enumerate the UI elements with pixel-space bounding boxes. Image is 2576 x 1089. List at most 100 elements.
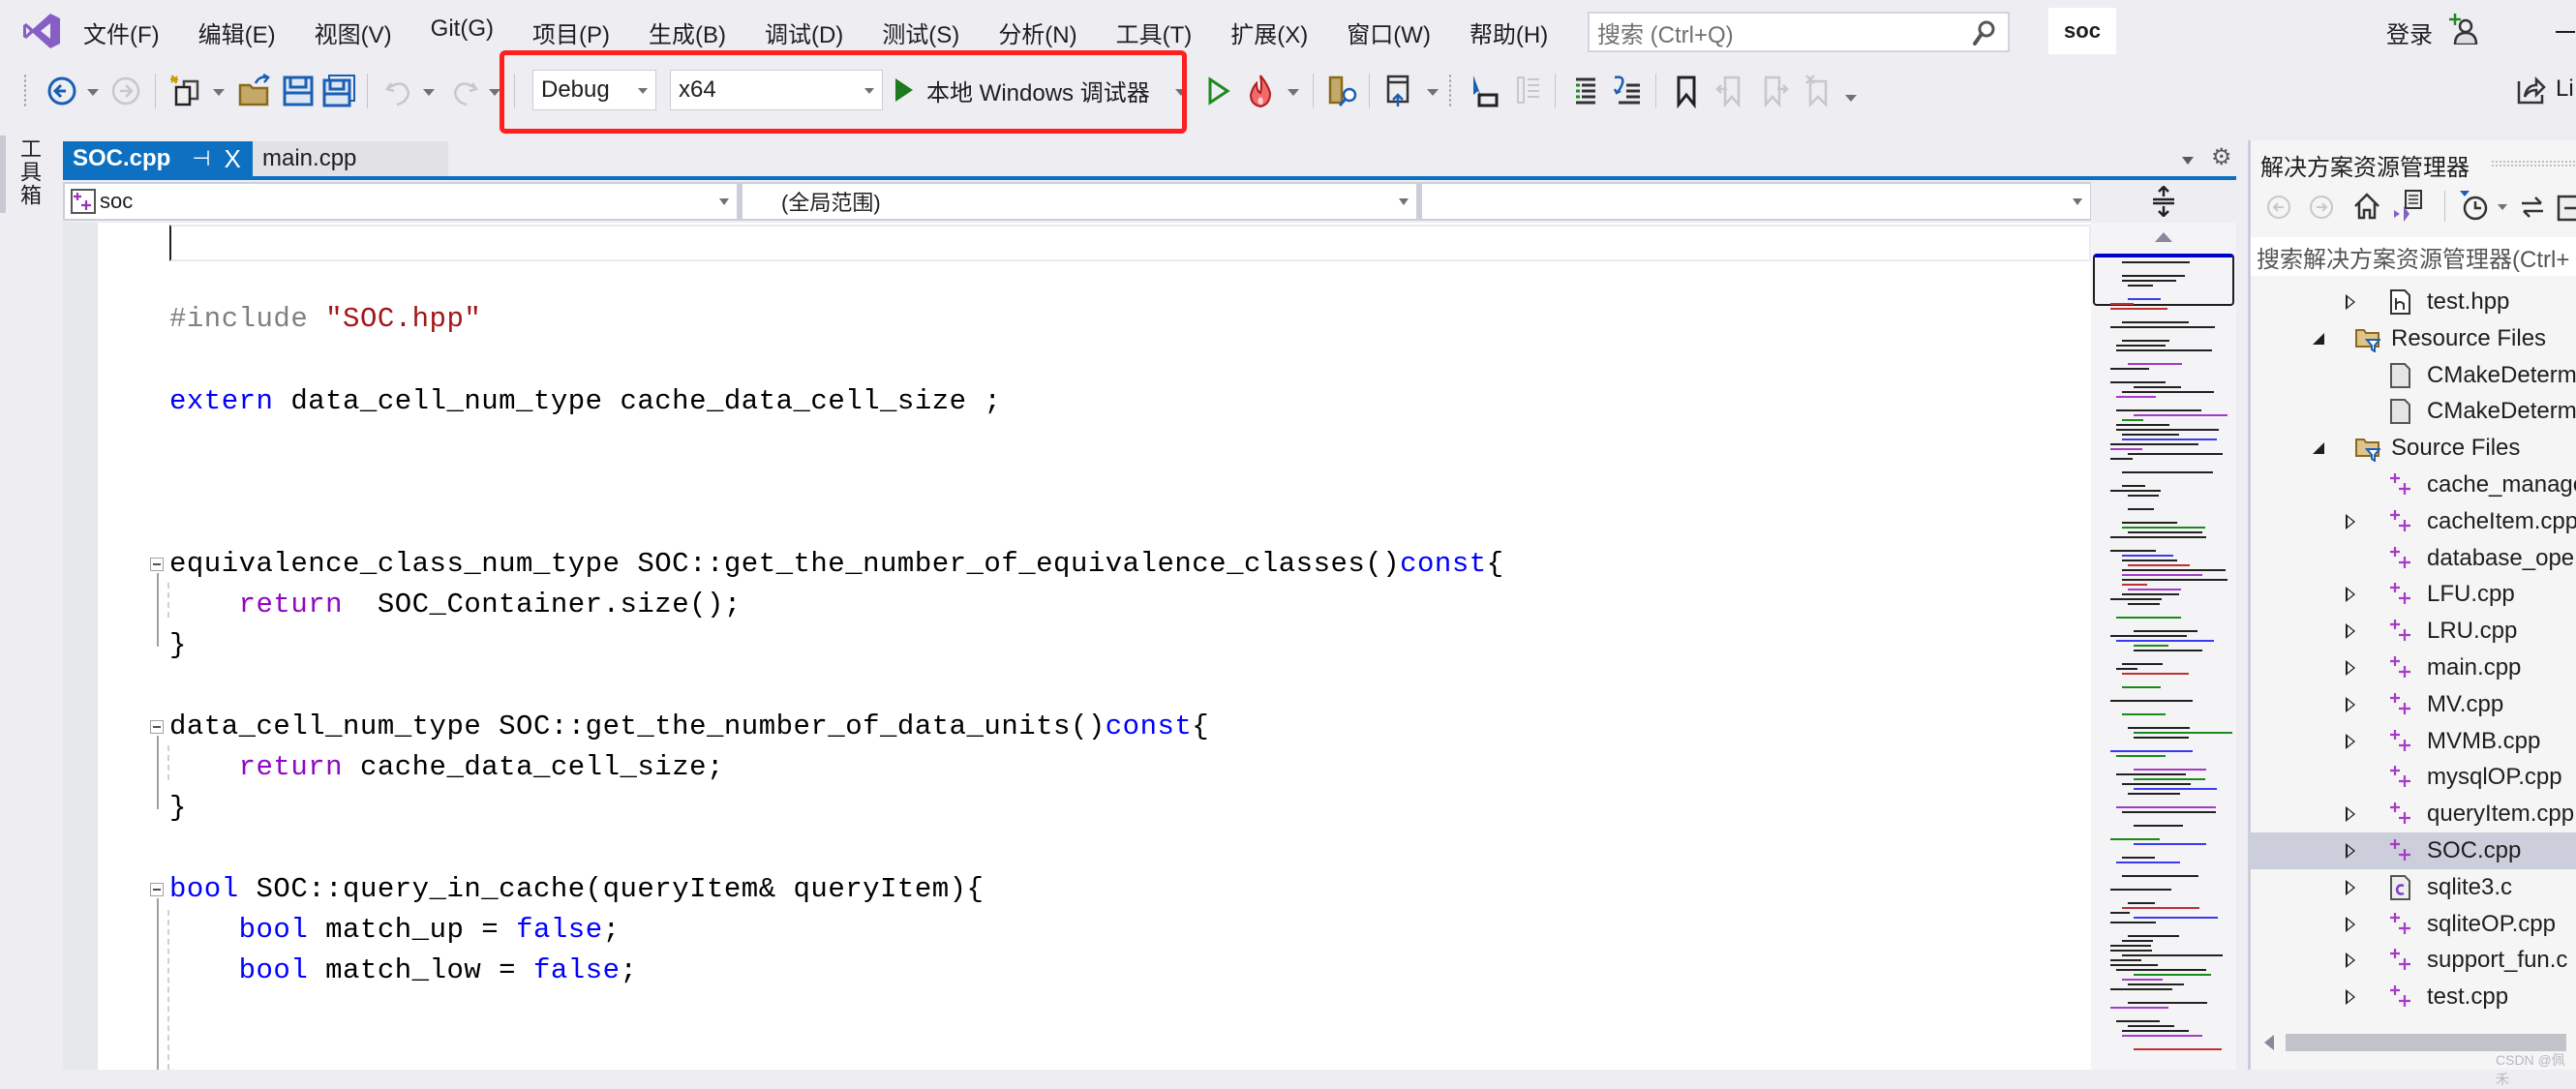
minimap-scrollbar[interactable] — [2091, 223, 2236, 1070]
navigate-back-icon[interactable] — [45, 74, 79, 108]
tree-item[interactable]: queryItem.cpp — [2251, 796, 2576, 832]
new-project-icon[interactable] — [168, 74, 203, 108]
collapse-arrow-icon[interactable] — [2346, 587, 2355, 603]
redo-icon[interactable] — [447, 74, 482, 108]
home-icon[interactable] — [2351, 191, 2382, 222]
project-dropdown[interactable]: soc — [65, 184, 737, 219]
member-dropdown[interactable] — [1422, 184, 2090, 219]
disabled-tool-icon[interactable] — [1510, 74, 1545, 108]
collapse-arrow-icon[interactable] — [2346, 294, 2355, 310]
run-dropdown-icon[interactable] — [1175, 89, 1187, 96]
toolbar-overflow-icon[interactable] — [1845, 95, 1857, 102]
hot-reload-icon[interactable] — [1243, 74, 1278, 108]
close-icon[interactable]: X — [225, 144, 241, 174]
collapse-icon[interactable] — [150, 883, 164, 896]
pin-icon[interactable]: ⊣ — [192, 146, 210, 171]
tree-item[interactable]: test.cpp — [2251, 979, 2576, 1015]
back-dropdown-icon[interactable] — [87, 89, 99, 96]
collapse-arrow-icon[interactable] — [2346, 806, 2355, 823]
new-dropdown-icon[interactable] — [213, 89, 225, 96]
sign-in-link[interactable]: 登录 — [2386, 15, 2433, 49]
find-in-files-icon[interactable] — [1326, 74, 1361, 108]
collapse-arrow-icon[interactable] — [2346, 733, 2355, 749]
expand-arrow-icon[interactable] — [2313, 442, 2324, 455]
menu-git[interactable]: Git(G) — [431, 15, 494, 49]
scrollbar-thumb[interactable] — [2286, 1034, 2566, 1051]
collapse-arrow-icon[interactable] — [2346, 696, 2355, 712]
tree-item[interactable]: Resource Files — [2251, 320, 2576, 357]
collapse-arrow-icon[interactable] — [2346, 916, 2355, 932]
collapse-all-icon[interactable] — [2557, 191, 2576, 222]
menu-help[interactable]: 帮助(H) — [1470, 15, 1548, 49]
scroll-up-icon[interactable] — [2155, 232, 2172, 242]
sync-with-document-icon[interactable] — [2518, 193, 2547, 222]
gear-icon[interactable]: ⚙ — [2211, 143, 2232, 171]
split-window-button[interactable] — [2091, 180, 2236, 223]
menu-project[interactable]: 项目(P) — [532, 15, 610, 49]
tree-item[interactable]: CMakeDeterm — [2251, 357, 2576, 394]
menu-edit[interactable]: 编辑(E) — [198, 15, 276, 49]
next-bookmark-icon[interactable] — [1756, 74, 1791, 108]
clear-bookmarks-icon[interactable] — [1801, 74, 1835, 108]
window-layout-icon[interactable] — [1382, 74, 1417, 108]
panel-grip[interactable] — [2491, 160, 2576, 167]
undo-icon[interactable] — [381, 74, 416, 108]
layout-dropdown-icon[interactable] — [1427, 89, 1439, 96]
tree-item[interactable]: MVMB.cpp — [2251, 723, 2576, 760]
bookmark-icon[interactable] — [1669, 74, 1704, 108]
menu-tools[interactable]: 工具(T) — [1116, 15, 1193, 49]
tree-item[interactable]: LFU.cpp — [2251, 576, 2576, 613]
tree-item[interactable]: sqlite3.c — [2251, 869, 2576, 906]
start-debugging-button[interactable]: 本地 Windows 调试器 — [895, 70, 1150, 110]
tree-item[interactable]: cacheItem.cpp — [2251, 503, 2576, 540]
tree-item[interactable]: CMakeDeterm — [2251, 393, 2576, 430]
collapse-arrow-icon[interactable] — [2346, 989, 2355, 1006]
expand-arrow-icon[interactable] — [2313, 332, 2324, 345]
collapse-icon[interactable] — [150, 720, 164, 734]
menu-debug[interactable]: 调试(D) — [765, 15, 843, 49]
menu-analyze[interactable]: 分析(N) — [998, 15, 1076, 49]
collapse-arrow-icon[interactable] — [2346, 879, 2355, 895]
solution-explorer-search-input[interactable]: 搜索解决方案资源管理器(Ctrl+ — [2251, 237, 2576, 276]
tree-item[interactable]: LRU.cpp — [2251, 613, 2576, 650]
toolbar-grip[interactable] — [23, 74, 27, 108]
tree-item[interactable]: cache_manage — [2251, 467, 2576, 503]
scope-dropdown[interactable]: (全局范围) — [742, 184, 1416, 219]
collapse-arrow-icon[interactable] — [2346, 843, 2355, 859]
menu-extensions[interactable]: 扩展(X) — [1230, 15, 1308, 49]
collapse-icon[interactable] — [150, 558, 164, 571]
collapse-arrow-icon[interactable] — [2346, 513, 2355, 529]
previous-bookmark-icon[interactable] — [1713, 74, 1748, 108]
code-editor[interactable]: #include "SOC.hpp" extern data_cell_num_… — [63, 223, 2091, 1070]
menu-test[interactable]: 测试(S) — [882, 15, 959, 49]
minimize-button[interactable] — [2556, 31, 2575, 33]
collapse-arrow-icon[interactable] — [2346, 953, 2355, 969]
tree-item[interactable]: test.hpp — [2251, 284, 2576, 320]
menu-window[interactable]: 窗口(W) — [1347, 15, 1431, 49]
toolbar-grip[interactable] — [1448, 74, 1452, 108]
tree-item[interactable]: SOC.cpp — [2251, 832, 2576, 869]
scroll-left-icon[interactable] — [2264, 1035, 2274, 1050]
undo-dropdown-icon[interactable] — [423, 89, 435, 96]
pending-changes-filter-icon[interactable] — [2458, 189, 2491, 222]
collapse-arrow-icon[interactable] — [2346, 623, 2355, 640]
back-icon[interactable] — [2264, 193, 2293, 222]
hot-reload-dropdown-icon[interactable] — [1288, 89, 1299, 96]
tab-soc-cpp[interactable]: SOC.cpp ⊣ X — [63, 141, 253, 176]
start-without-debugging-icon[interactable] — [1200, 74, 1235, 108]
toolbox-side-tab[interactable]: 工具箱 — [0, 136, 42, 213]
tab-main-cpp[interactable]: main.cpp — [253, 141, 448, 176]
tree-item[interactable]: database_ope — [2251, 540, 2576, 577]
tree-item[interactable]: support_fun.c — [2251, 942, 2576, 979]
step-cursor-icon[interactable] — [1468, 74, 1502, 108]
menu-view[interactable]: 视图(V) — [315, 15, 392, 49]
solution-name-badge[interactable]: soc — [2048, 8, 2116, 54]
tree-item[interactable]: Source Files — [2251, 430, 2576, 467]
forward-icon[interactable] — [2307, 193, 2336, 222]
global-search-input[interactable]: 搜索 (Ctrl+Q) — [1588, 12, 2010, 52]
solution-platform-dropdown[interactable]: x64 — [670, 70, 883, 110]
tab-list-dropdown-icon[interactable] — [2182, 157, 2194, 165]
tree-item[interactable]: MV.cpp — [2251, 686, 2576, 723]
live-share-button[interactable]: Li — [2517, 74, 2574, 105]
save-icon[interactable] — [281, 74, 316, 108]
